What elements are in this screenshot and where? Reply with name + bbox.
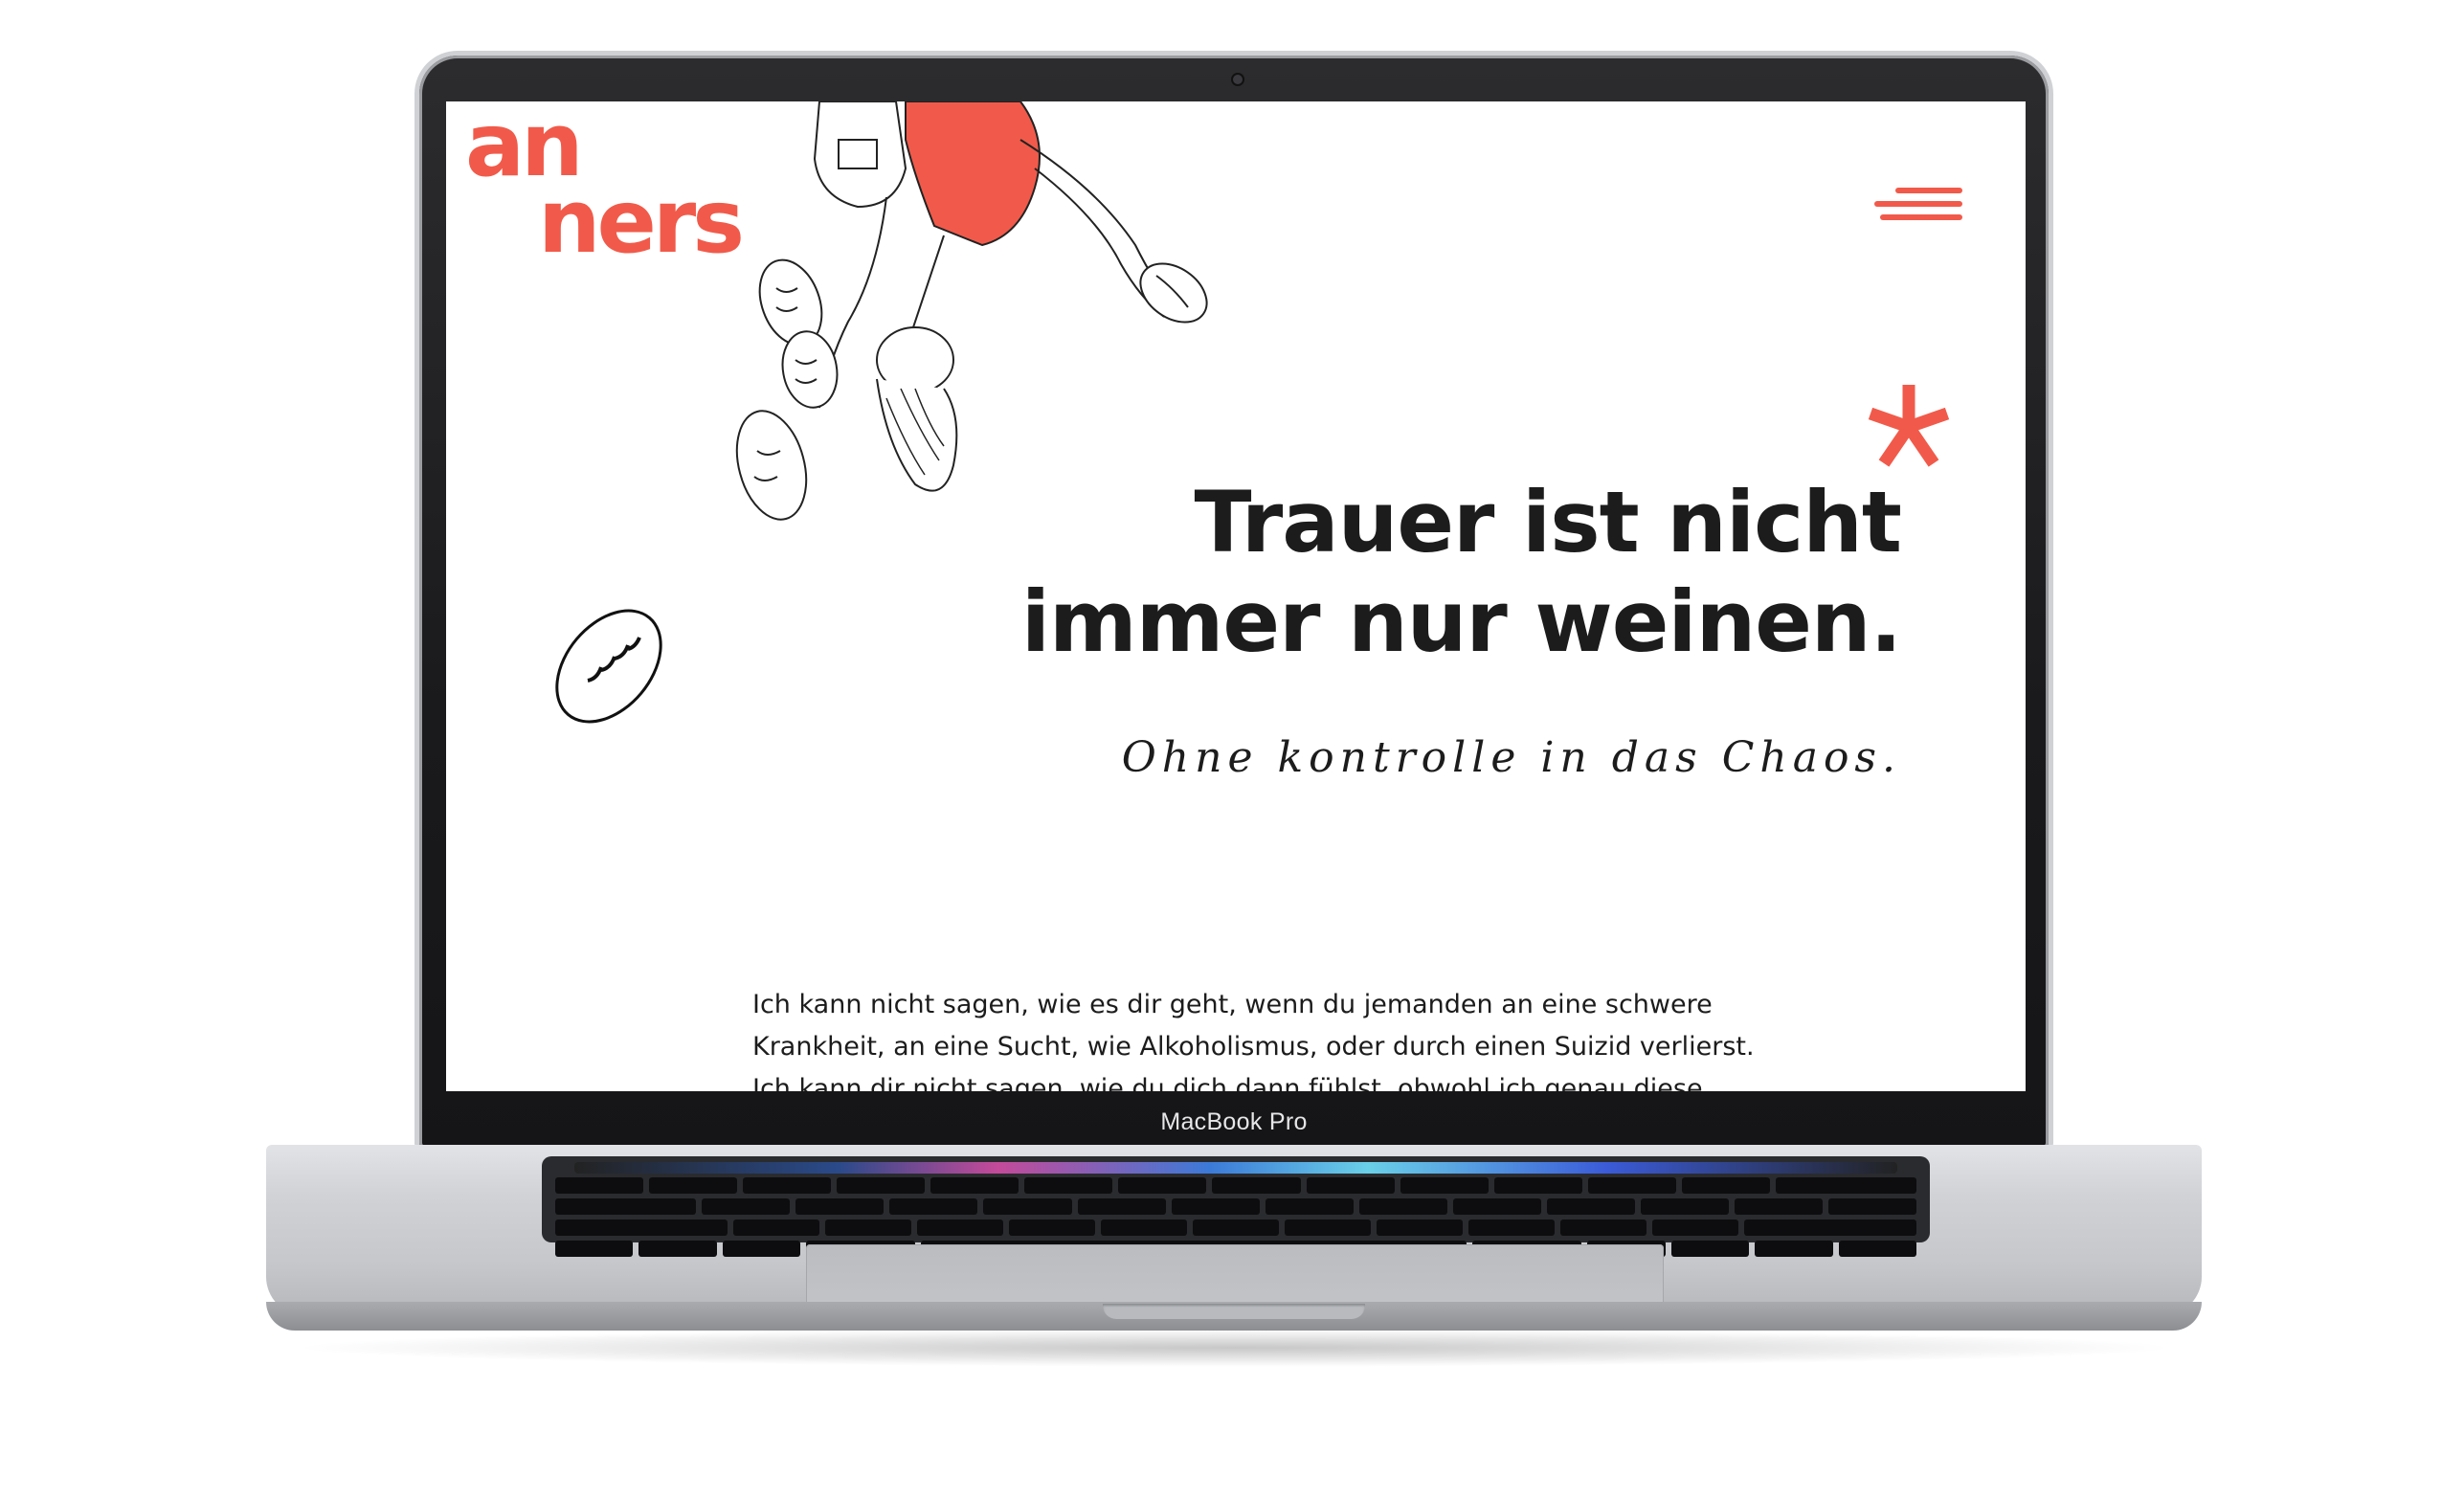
browser-screen: an ners Trauer ist nicht immer nur weine… xyxy=(446,101,2026,1091)
bread-loaf-illustration xyxy=(555,609,662,724)
touch-bar xyxy=(574,1162,1897,1174)
hamburger-menu-icon[interactable] xyxy=(1874,188,1962,239)
laptop-shadow xyxy=(287,1329,2183,1367)
device-brand-label: MacBook Pro xyxy=(1160,1108,1308,1135)
headline-line-1: Trauer ist nicht xyxy=(1194,473,1902,571)
headline-line-2: immer nur weinen. xyxy=(1020,572,1902,671)
lid-notch xyxy=(1103,1304,1365,1319)
paragraph-line: Krankheit, an eine Sucht, wie Alkoholism… xyxy=(752,1032,1755,1062)
hero-headline: Trauer ist nicht immer nur weinen. xyxy=(982,473,1902,672)
paragraph-line: Ich kann dir nicht sagen, wie du dich da… xyxy=(752,1074,1703,1091)
paragraph-line: Ich kann nicht sagen, wie es dir geht, w… xyxy=(752,990,1713,1019)
intro-paragraph: Ich kann nicht sagen, wie es dir geht, w… xyxy=(752,984,1767,1091)
asterisk-icon xyxy=(1868,385,1950,467)
handwritten-subline: Ohne kontrolle in das Chaos. xyxy=(1121,733,1901,782)
site-logo[interactable]: an ners xyxy=(465,101,867,295)
webcam xyxy=(1231,73,1244,86)
